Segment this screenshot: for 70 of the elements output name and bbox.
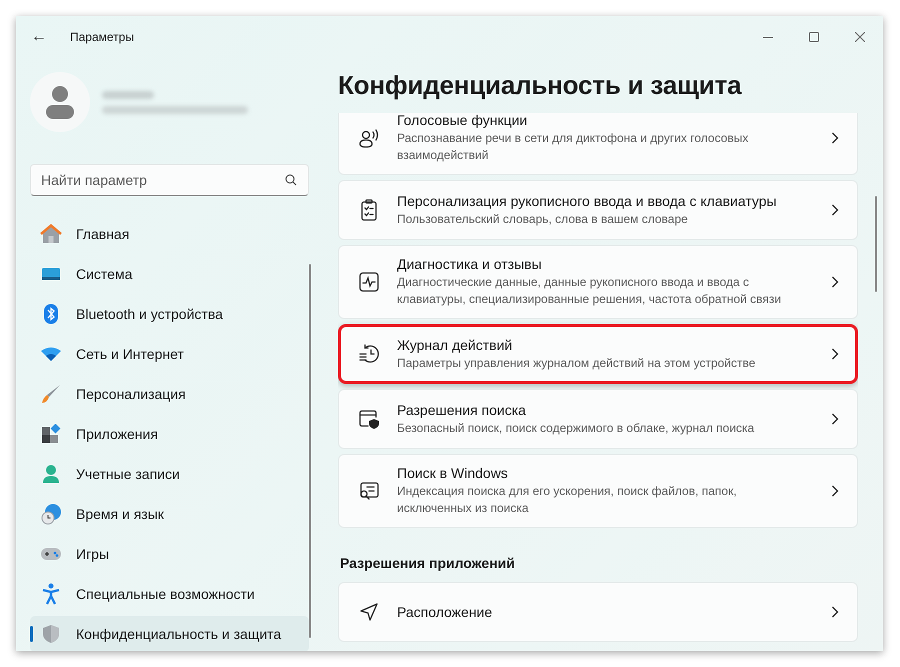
chevron-right-icon [831, 606, 839, 618]
blurred-user-name [102, 90, 154, 98]
sidebar-item[interactable]: Bluetooth и устройства [30, 296, 309, 332]
card-description: Параметры управления журналом действий на этом устройстве [397, 354, 756, 372]
search-icon [285, 174, 297, 186]
chevron-right-icon [831, 204, 839, 216]
chevron-right-icon [831, 413, 839, 425]
sidebar-item[interactable]: Время и язык [30, 496, 309, 532]
card-description: Диагностические данные, данные рукописного ввода и ввода с клавиатуры, специализированные решения, частота обратной связи [397, 274, 782, 308]
scroll-bar[interactable] [309, 264, 311, 638]
monitor-icon [41, 266, 61, 282]
card-title: Разрешения поиска [397, 402, 527, 418]
card-description: Пользовательский словарь, слова в вашем словаре [397, 210, 689, 228]
settings-card[interactable]: Диагностика и отзывы Диагностические данные, данные рукописного ввода и ввода с клавиатуры, специализированные решения, частота обратной связи [338, 245, 858, 319]
card-title: Журнал действий [397, 336, 514, 352]
chevron-right-icon [831, 276, 839, 288]
card-title: Расположение [397, 604, 494, 620]
sidebar-item[interactable]: Сеть и Интернет [30, 336, 309, 372]
search-list-icon [358, 481, 380, 501]
window-title: Параметры [70, 30, 134, 44]
card-description: Безопасный поиск, поиск содержимого в облаке, журнал поиска [397, 420, 756, 436]
settings-card[interactable]: Расположение [338, 582, 858, 642]
speech-person-icon [358, 127, 380, 149]
pulse-monitor-icon [359, 272, 379, 292]
card-title: Диагностика и отзывы [397, 256, 543, 272]
sidebar-item[interactable]: Специальные возможности [30, 576, 309, 612]
sidebar-item[interactable]: Учетные записи [30, 456, 309, 492]
back-button[interactable]: ← [28, 26, 50, 48]
chevron-right-icon [831, 348, 839, 360]
clipboard-checklist-icon [360, 199, 378, 221]
accessibility-icon [42, 583, 60, 605]
person-silhouette-icon [45, 85, 75, 119]
wifi-icon [40, 346, 62, 362]
window-shield-icon [358, 409, 380, 429]
settings-card[interactable]: Разрешения поиска Безопасный поиск, поиск содержимого в облаке, журнал поиска [338, 389, 858, 449]
home-icon [40, 224, 62, 244]
settings-card[interactable]: Персонализация рукописного ввода и ввода с клавиатуры Пользовательский словарь, слова в вашем словаре [338, 180, 858, 240]
sidebar-item[interactable]: Персонализация [30, 376, 309, 412]
sidebar-item[interactable]: Главная [30, 216, 309, 252]
scroll-bar[interactable] [875, 196, 877, 292]
bluetooth-icon [43, 303, 59, 325]
settings-card[interactable]: Поиск в Windows Индексация поиска для его ускорения, поиск файлов, папок, исключенных из поиска [338, 454, 858, 528]
minimize-icon [763, 36, 773, 38]
card-description: Распознавание речи в сети для диктофона и других голосовых взаимодействий [397, 130, 750, 164]
section-heading: Разрешения приложений [340, 555, 516, 571]
sidebar-item[interactable]: Приложения [30, 416, 309, 452]
close-icon [855, 32, 865, 42]
card-title: Персонализация рукописного ввода и ввода с клавиатуры [397, 192, 778, 208]
sidebar-item[interactable]: Конфиденциальность и защита [30, 616, 309, 651]
search-field[interactable]: Найти параметр [30, 164, 309, 196]
shield-icon [42, 624, 60, 644]
maximize-icon [809, 32, 819, 42]
card-title: Голосовые функции [397, 113, 528, 128]
globe-clock-icon [40, 503, 62, 525]
chevron-right-icon [831, 485, 839, 497]
settings-card[interactable]: Голосовые функции Распознавание речи в сети для диктофона и других голосовых взаимодействий [338, 113, 858, 175]
apps-icon [41, 424, 61, 444]
card-description: Индексация поиска для его ускорения, поиск файлов, папок, исключенных из поиска [397, 483, 738, 517]
page-title: Конфиденциальность и защита [338, 70, 743, 101]
chevron-right-icon [831, 132, 839, 144]
history-icon [358, 344, 380, 364]
location-arrow-icon [359, 602, 379, 622]
selection-indicator [30, 626, 33, 642]
card-title: Поиск в Windows [397, 465, 509, 481]
sidebar-item[interactable]: Игры [30, 536, 309, 572]
paintbrush-icon [41, 384, 61, 404]
sidebar-item[interactable]: Система [30, 256, 309, 292]
settings-card[interactable]: Журнал действий Параметры управления журналом действий на этом устройстве [338, 324, 858, 384]
gamepad-icon [40, 547, 62, 561]
person-icon [41, 464, 61, 484]
